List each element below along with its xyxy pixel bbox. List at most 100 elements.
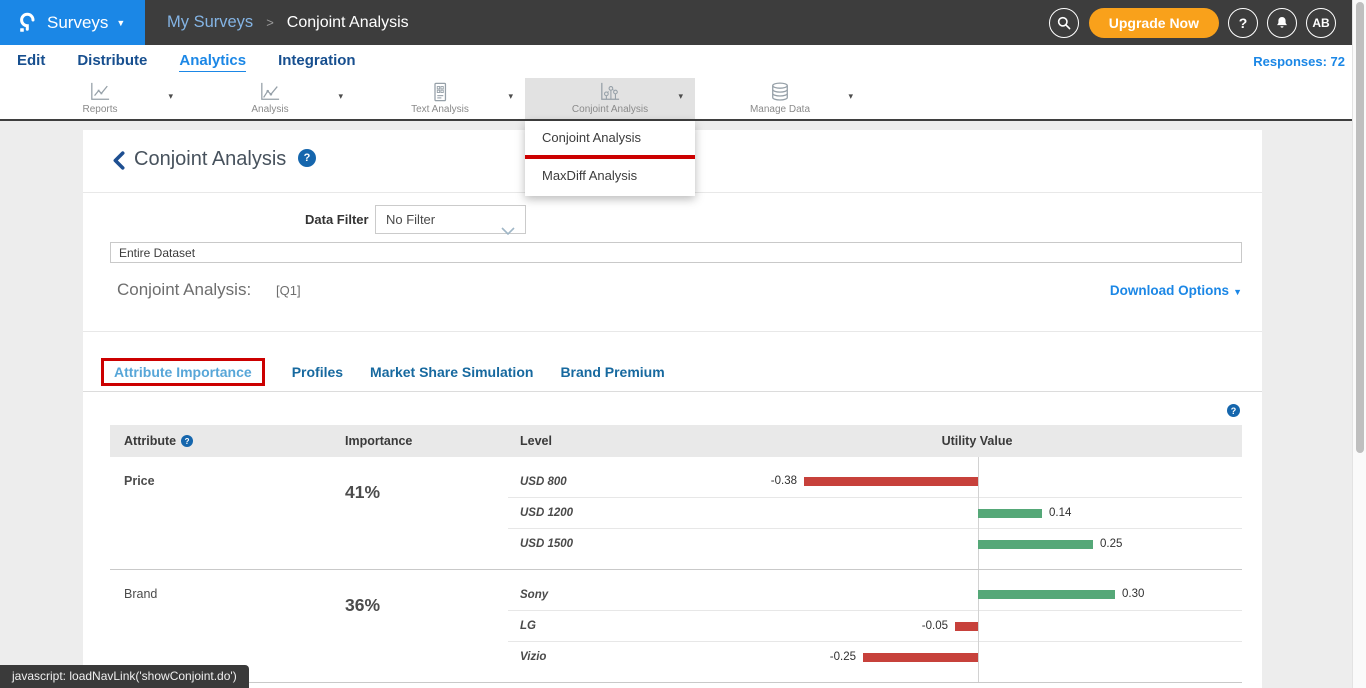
- help-button[interactable]: ?: [1228, 8, 1258, 38]
- database-icon: [769, 82, 791, 102]
- page-title: Conjoint Analysis: [134, 148, 286, 171]
- menu-item-maxdiff-analysis[interactable]: MaxDiff Analysis: [525, 159, 695, 193]
- utility-bar-cell: -0.05: [712, 611, 1242, 642]
- survey-nav: Edit Distribute Analytics Integration Respo…: [0, 45, 1366, 78]
- dataset-input[interactable]: [110, 242, 1242, 263]
- utility-bar: [978, 509, 1042, 518]
- vertical-scrollbar-track[interactable]: [1352, 0, 1366, 688]
- section-divider: [83, 331, 1262, 332]
- chevron-down-icon: ▼: [1233, 287, 1242, 297]
- level-row: Sony0.30: [508, 579, 1242, 610]
- tab-market-share-simulation[interactable]: Market Share Simulation: [370, 364, 533, 380]
- utility-value-label: -0.25: [830, 642, 856, 673]
- level-row: LG -0.05: [508, 610, 1242, 641]
- breadcrumb: My Surveys > Conjoint Analysis: [167, 13, 409, 32]
- data-filter-label: Data Filter: [305, 205, 369, 234]
- level-name: USD 1500: [508, 538, 712, 550]
- toolbar-item-label: Reports: [82, 104, 117, 115]
- attribute-importance-table: Attribute ? Importance Level Utility Val…: [110, 425, 1242, 683]
- chevron-down-icon: ▼: [116, 18, 125, 28]
- chevron-down-icon[interactable]: ▾: [848, 91, 853, 102]
- toolbar-item-label: Analysis: [251, 104, 288, 115]
- download-options-link[interactable]: Download Options ▼: [1110, 283, 1242, 298]
- column-header-attribute: Attribute ?: [110, 434, 345, 448]
- level-name: USD 800: [508, 476, 712, 488]
- responses-count: Responses: 72: [1253, 54, 1345, 69]
- data-filter-select[interactable]: No Filter: [375, 205, 526, 234]
- tabs-divider: [83, 391, 1262, 392]
- utility-bar: [978, 540, 1093, 549]
- table-help-icon[interactable]: ?: [1227, 404, 1240, 417]
- toolbar-item-text-analysis[interactable]: Text Analysis ▾: [355, 78, 525, 119]
- level-name: LG: [508, 620, 712, 632]
- conjoint-analysis-dropdown-menu: Conjoint Analysis MaxDiff Analysis: [525, 121, 695, 196]
- utility-bar-cell: 0.25: [712, 529, 1242, 560]
- attribute-name: Brand: [110, 579, 345, 672]
- notifications-button[interactable]: [1267, 8, 1297, 38]
- utility-value-label: -0.05: [922, 611, 948, 642]
- attribute-header-label: Attribute: [124, 434, 176, 448]
- toolbar-item-conjoint-analysis[interactable]: Conjoint Analysis ▾: [525, 78, 695, 119]
- nav-item-edit[interactable]: Edit: [17, 52, 45, 71]
- chevron-down-icon[interactable]: ▾: [678, 91, 683, 102]
- toolbar-item-label: Text Analysis: [411, 104, 469, 115]
- content-card: Conjoint Analysis ? Data Filter No Filte…: [83, 130, 1262, 688]
- nav-item-analytics[interactable]: Analytics: [179, 52, 246, 72]
- column-header-utility-value: Utility Value: [712, 434, 1242, 448]
- importance-value: 36%: [345, 579, 508, 672]
- tab-attribute-importance[interactable]: Attribute Importance: [101, 358, 265, 386]
- vertical-scrollbar-thumb[interactable]: [1356, 2, 1364, 453]
- section-title: Conjoint Analysis:: [117, 280, 251, 300]
- product-switcher[interactable]: Surveys ▼: [0, 0, 145, 45]
- level-row: USD 1200 0.14: [508, 497, 1242, 528]
- search-button[interactable]: [1049, 8, 1079, 38]
- data-filter-value: No Filter: [386, 212, 435, 227]
- tab-brand-premium[interactable]: Brand Premium: [560, 364, 664, 380]
- nav-item-distribute[interactable]: Distribute: [77, 52, 147, 71]
- chevron-down-icon[interactable]: ▾: [508, 91, 513, 102]
- breadcrumb-separator-icon: >: [266, 15, 274, 30]
- menu-item-conjoint-analysis[interactable]: Conjoint Analysis: [525, 121, 695, 155]
- toolbar-item-manage-data[interactable]: Manage Data ▾: [695, 78, 865, 119]
- level-name: Vizio: [508, 651, 712, 663]
- table-header-row: Attribute ? Importance Level Utility Val…: [110, 425, 1242, 457]
- top-header: Surveys ▼ My Surveys > Conjoint Analysis…: [0, 0, 1366, 45]
- back-chevron-icon[interactable]: [112, 151, 125, 175]
- utility-bar: [804, 477, 978, 486]
- question-reference: [Q1]: [276, 283, 301, 298]
- utility-bar-cell: 0.30: [712, 579, 1242, 610]
- toolbar-item-label: Conjoint Analysis: [572, 104, 648, 115]
- utility-bar-cell: -0.25: [712, 642, 1242, 673]
- utility-bar-cell: 0.14: [712, 498, 1242, 529]
- level-row: USD 800 -0.38: [508, 466, 1242, 497]
- attribute-name: Price: [110, 466, 345, 559]
- levels-list: Sony0.30 LG -0.05 Vizio -0.25: [508, 579, 1242, 672]
- importance-value: 41%: [345, 466, 508, 559]
- level-row: Vizio -0.25: [508, 641, 1242, 672]
- chevron-down-icon[interactable]: ▾: [338, 91, 343, 102]
- attribute-help-icon[interactable]: ?: [181, 435, 193, 447]
- download-options-label: Download Options: [1110, 283, 1229, 298]
- utility-value-label: -0.38: [771, 466, 797, 497]
- bell-icon: [1274, 15, 1290, 31]
- upgrade-now-button[interactable]: Upgrade Now: [1089, 8, 1219, 38]
- chevron-down-icon: [501, 217, 515, 244]
- utility-value-label: 0.30: [1122, 579, 1144, 610]
- avatar[interactable]: AB: [1306, 8, 1336, 38]
- breadcrumb-my-surveys[interactable]: My Surveys: [167, 13, 253, 32]
- tab-profiles[interactable]: Profiles: [292, 364, 343, 380]
- attribute-group-brand: Brand36%Sony0.30 LG -0.05 Vizio -0.25: [110, 569, 1242, 683]
- toolbar-item-label: Manage Data: [750, 104, 810, 115]
- nav-item-integration[interactable]: Integration: [278, 52, 356, 71]
- app-root: Surveys ▼ My Surveys > Conjoint Analysis…: [0, 0, 1366, 688]
- page-help-icon[interactable]: ?: [298, 149, 316, 167]
- toolbar-item-analysis[interactable]: Analysis ▾: [185, 78, 355, 119]
- breadcrumb-current: Conjoint Analysis: [287, 14, 409, 32]
- level-name: USD 1200: [508, 507, 712, 519]
- utility-value-label: 0.25: [1100, 529, 1122, 560]
- levels-list: USD 800 -0.38 USD 1200 0.14 USD 1500 0.25: [508, 466, 1242, 559]
- column-header-level: Level: [508, 434, 712, 448]
- toolbar-item-reports[interactable]: Reports ▾: [15, 78, 185, 119]
- chevron-down-icon[interactable]: ▾: [168, 91, 173, 102]
- utility-value-label: 0.14: [1049, 498, 1071, 529]
